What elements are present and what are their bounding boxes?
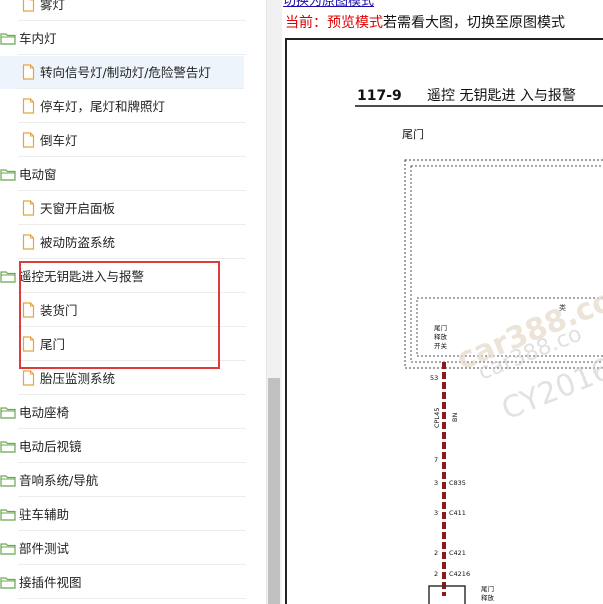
tree-row-divider <box>18 190 246 191</box>
tree-row-divider <box>18 530 246 531</box>
tree-row-divider <box>18 88 244 89</box>
switch-label-line2: 释放 <box>434 332 448 341</box>
tree-row-divider <box>18 598 246 599</box>
mode-current: 当前：预览模式 <box>285 15 383 31</box>
file-icon <box>22 64 35 80</box>
wiring-diagram: 117-9 遥控 无钥匙进 入与报警 尾门 类 尾门 释放 开关 53 CPL4… <box>355 88 603 604</box>
tree-item-label: 音响系统/导航 <box>19 473 99 488</box>
tree-file[interactable]: 倒车灯 <box>0 124 246 157</box>
connector-0-pin: 3 <box>434 479 438 487</box>
tree-item-label: 部件测试 <box>19 541 70 556</box>
tree-row-divider <box>18 54 246 55</box>
tree-folder[interactable]: 车内灯 <box>0 22 246 55</box>
tree-item-label: 天窗开启面板 <box>40 201 116 216</box>
tree-item-label: 被动防盗系统 <box>40 235 116 250</box>
tree-row-divider <box>18 122 246 123</box>
section-label: 尾门 <box>402 127 424 141</box>
tree-item-label: 停车灯，尾灯和牌照灯 <box>40 99 166 114</box>
tree-folder[interactable]: 驻车辅助 <box>0 498 246 531</box>
tree-row-divider <box>18 462 246 463</box>
file-icon <box>22 370 35 386</box>
diagram-title: 遥控 无钥匙进 入与报警 <box>427 88 576 104</box>
tree-item-label: 电动座椅 <box>19 405 70 420</box>
folder-icon <box>0 271 16 283</box>
folder-icon <box>0 441 16 453</box>
file-icon <box>22 0 35 12</box>
tree-row-divider <box>18 428 246 429</box>
connector-2-pin: 2 <box>434 549 438 557</box>
tree-item-label: 接插件视图 <box>19 575 82 590</box>
file-icon <box>22 98 35 114</box>
mode-instruction: 若需看大图，切换至原图模式 <box>383 15 565 31</box>
tree-file[interactable]: 天窗开启面板 <box>0 192 246 225</box>
tree-file[interactable]: 转向信号灯/制动灯/危险警告灯 <box>0 56 244 89</box>
tree-folder[interactable]: 接插件视图 <box>0 566 246 599</box>
switch-to-original-link[interactable]: 切换为原图模式 <box>283 0 374 8</box>
tree-folder[interactable]: 部件测试 <box>0 532 246 565</box>
tree-item-label: 转向信号灯/制动灯/危险警告灯 <box>40 65 211 80</box>
tree-folder[interactable]: 电动后视镜 <box>0 430 246 463</box>
tree-folder[interactable]: 电动座椅 <box>0 396 246 429</box>
tree-row-divider <box>18 20 246 21</box>
connector-3-pin: 2 <box>434 570 438 578</box>
diagram-viewer: 切换为原图模式 当前：预览模式若需看大图，切换至原图模式 117-9 遥控 无钥… <box>283 0 603 604</box>
tree-item-label: 倒车灯 <box>40 133 78 148</box>
file-icon <box>22 234 35 250</box>
pin-top: 53 <box>430 374 438 382</box>
connector-3-name: C4216 <box>449 570 470 578</box>
wire-color: BN <box>451 413 459 422</box>
sidebar-scrollbar-thumb[interactable] <box>268 378 280 604</box>
wire-circuit: CPL45 <box>433 408 441 428</box>
folder-icon <box>0 543 16 555</box>
connector-1-pin: 3 <box>434 509 438 517</box>
tree-item-label: 驻车辅助 <box>19 507 70 522</box>
annotation-highlight-box <box>19 261 220 369</box>
tree-folder[interactable]: 电动窗 <box>0 158 246 191</box>
tree-row-divider <box>18 564 246 565</box>
tree-row-divider <box>18 394 246 395</box>
tree-item-label: 车内灯 <box>19 31 57 46</box>
folder-icon <box>0 475 16 487</box>
tree-item-label: 电动后视镜 <box>19 439 82 454</box>
file-icon <box>22 200 35 216</box>
tree-row-divider <box>18 258 246 259</box>
bottom-label-line2: 释放 <box>481 593 495 602</box>
tree-file[interactable]: 雾灯 <box>0 0 246 21</box>
connector-1-name: C411 <box>449 509 466 517</box>
connector-0-name: C835 <box>449 479 466 487</box>
bottom-label-line1: 尾门 <box>481 584 494 593</box>
tree-row-divider <box>18 156 246 157</box>
switch-label-line3: 开关 <box>434 341 448 350</box>
folder-icon <box>0 407 16 419</box>
pin-mid: 7 <box>434 456 438 464</box>
tree-item-label: 雾灯 <box>40 0 66 12</box>
tree-folder[interactable]: 音响系统/导航 <box>0 464 246 497</box>
folder-icon <box>0 577 16 589</box>
connector-2-name: C421 <box>449 549 466 557</box>
folder-icon <box>0 509 16 521</box>
tree-file[interactable]: 停车灯，尾灯和牌照灯 <box>0 90 246 123</box>
wiring-diagram-page: 117-9 遥控 无钥匙进 入与报警 尾门 类 尾门 释放 开关 53 CPL4… <box>285 38 603 604</box>
bottom-switch-box <box>428 585 466 604</box>
switch-label-line1: 尾门 <box>434 323 447 332</box>
folder-icon <box>0 169 16 181</box>
file-icon <box>22 132 35 148</box>
tree-row-divider <box>18 224 246 225</box>
tree-file[interactable]: 被动防盗系统 <box>0 226 246 259</box>
tree-row-divider <box>18 496 246 497</box>
mode-hint: 当前：预览模式若需看大图，切换至原图模式 <box>285 13 565 33</box>
diagram-code: 117-9 <box>357 88 402 104</box>
folder-icon <box>0 33 16 45</box>
tree-item-label: 电动窗 <box>19 167 57 182</box>
